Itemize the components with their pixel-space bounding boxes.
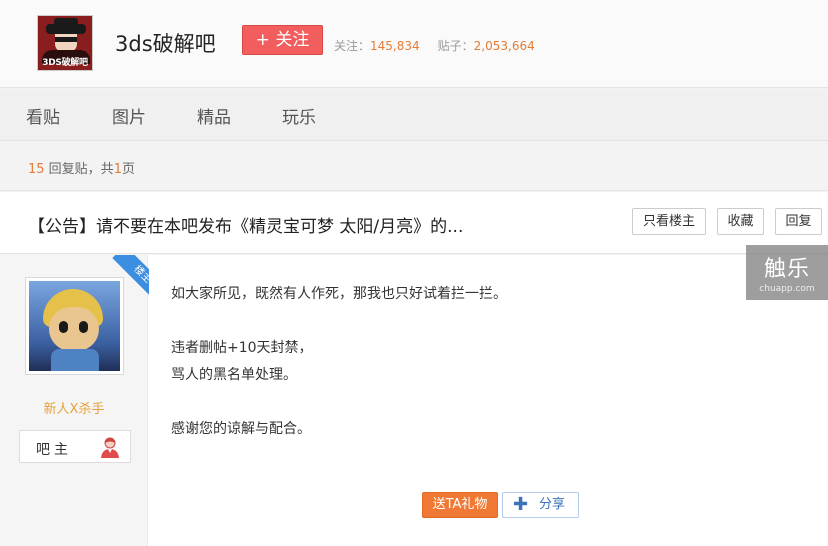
post-line: 感谢您的谅解与配合。 <box>171 421 311 437</box>
post-line: 违者删帖+10天封禁， <box>171 340 313 356</box>
author-name[interactable]: 新人X杀手 <box>0 398 148 417</box>
nav-item-fun[interactable]: 玩乐 <box>282 103 316 128</box>
op-ribbon: 楼主 <box>107 255 149 297</box>
follow-count: 145,834 <box>370 39 420 53</box>
only-op-button[interactable]: 只看楼主 <box>632 208 706 235</box>
nav-item-featured[interactable]: 精品 <box>197 103 231 128</box>
forum-nav: 看贴 图片 精品 玩乐 <box>0 89 828 141</box>
page-count: 1 <box>113 162 122 177</box>
follow-stat-label: 关注： <box>334 39 371 53</box>
favorite-button[interactable]: 收藏 <box>717 208 764 235</box>
follow-button[interactable]: + 关注 <box>242 25 323 55</box>
reply-summary: 15 回复贴，共1页 <box>28 158 135 177</box>
thread-title: 【公告】请不要在本吧发布《精灵宝可梦 太阳/月亮》的... <box>28 217 464 237</box>
forum-stats: 关注：145,834 贴子：2,053,664 <box>334 37 535 54</box>
role-badge[interactable]: 吧主 <box>19 430 131 463</box>
op-badge: 楼主 <box>112 255 149 297</box>
avatar-face <box>49 307 99 351</box>
forum-logo[interactable]: 3DS破解吧 <box>37 15 93 71</box>
watermark-main: 触乐 <box>763 257 810 282</box>
share-plus-icon: ✚ <box>513 494 529 515</box>
post-count: 2,053,664 <box>473 39 535 53</box>
post-content: 如大家所见，既然有人作死，那我也只好试着拦一拦。 违者删帖+10天封禁， 骂人的… <box>171 281 507 443</box>
logo-hat-top <box>54 18 78 28</box>
logo-text: 3DS破解吧 <box>42 58 88 68</box>
forum-name[interactable]: 3ds破解吧 <box>115 28 216 58</box>
page-label: 页 <box>121 162 135 177</box>
post-line: 骂人的黑名单处理。 <box>171 367 297 383</box>
nav-item-images[interactable]: 图片 <box>112 103 146 128</box>
avatar-body <box>51 349 99 371</box>
watermark-sub: chuapp.com <box>759 284 815 294</box>
reply-label: 回复贴，共 <box>44 162 114 177</box>
reply-button[interactable]: 回复 <box>775 208 822 235</box>
role-label: 吧主 <box>36 442 72 458</box>
avatar-eye-left <box>59 321 68 333</box>
share-button[interactable]: ✚ 分享 <box>502 492 579 518</box>
share-label: 分享 <box>539 497 566 512</box>
site-watermark: 触乐 chuapp.com <box>746 245 828 300</box>
reply-info-bar: 15 回复贴，共1页 <box>0 142 828 191</box>
reply-count: 15 <box>28 162 45 177</box>
nav-item-posts[interactable]: 看贴 <box>26 103 60 128</box>
post-line: 如大家所见，既然有人作死，那我也只好试着拦一拦。 <box>171 286 507 302</box>
author-panel: 新人X杀手 吧主 <box>0 255 148 546</box>
forum-header: 3DS破解吧 3ds破解吧 + 关注 关注：145,834 贴子：2,053,66… <box>0 0 828 88</box>
moderator-icon <box>101 437 119 458</box>
post-stat-label: 贴子： <box>437 39 474 53</box>
post-floor: 新人X杀手 吧主 楼主 如大家所见，既然有人作死，那我也只好试着拦一拦。 违者删… <box>0 255 828 546</box>
thread-title-bar: 【公告】请不要在本吧发布《精灵宝可梦 太阳/月亮》的... 只看楼主 收藏 回复 <box>0 192 828 254</box>
logo-mask <box>55 37 77 42</box>
send-gift-button[interactable]: 送TA礼物 <box>422 492 498 518</box>
avatar-eye-right <box>79 321 88 333</box>
